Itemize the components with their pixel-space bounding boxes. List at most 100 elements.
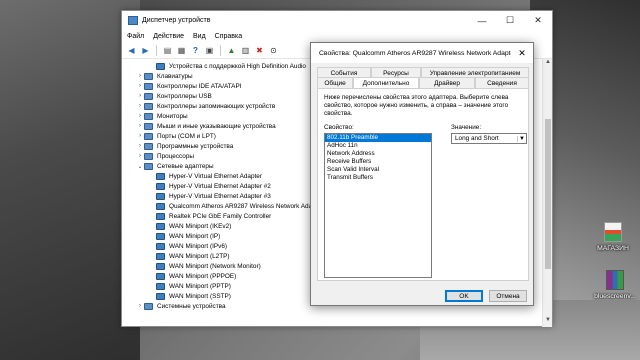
tree-item[interactable]: › Системные устройства bbox=[136, 301, 226, 311]
tree-item-label: Системные устройства bbox=[157, 302, 226, 310]
tree-item[interactable]: Устройства с поддержкой High Definition … bbox=[148, 61, 306, 71]
dialog-title: Свойства: Qualcomm Atheros AR9287 Wirele… bbox=[319, 49, 511, 57]
tree-item[interactable]: WAN Miniport (SSTP) bbox=[148, 291, 231, 301]
tree-item[interactable]: › Клавиатуры bbox=[136, 71, 193, 81]
menu-file[interactable]: Файл bbox=[127, 33, 144, 40]
scan-icon[interactable]: ▥ bbox=[240, 45, 251, 56]
menu-help[interactable]: Справка bbox=[215, 33, 242, 40]
view-icon[interactable]: ▣ bbox=[204, 45, 215, 56]
value-dropdown[interactable]: Long and Short ▼ bbox=[451, 133, 527, 144]
adapter-properties-dialog: Свойства: Qualcomm Atheros AR9287 Wirele… bbox=[310, 42, 534, 306]
properties-icon[interactable]: ▤ bbox=[162, 45, 173, 56]
tree-item[interactable]: WAN Miniport (IKEv2) bbox=[148, 221, 231, 231]
tree-item-label: WAN Miniport (Network Monitor) bbox=[169, 262, 261, 270]
device-category-icon bbox=[144, 112, 153, 120]
tree-item-label: Устройства с поддержкой High Definition … bbox=[169, 62, 306, 70]
network-adapter-icon bbox=[156, 292, 165, 300]
expand-chevron-icon[interactable]: › bbox=[136, 83, 144, 89]
tree-item[interactable]: Qualcomm Atheros AR9287 Wireless Network… bbox=[148, 201, 323, 211]
network-adapter-icon bbox=[156, 282, 165, 290]
tab-general[interactable]: Общие bbox=[317, 77, 353, 88]
tree-item-label: Контроллеры запоминающих устройств bbox=[157, 102, 276, 110]
tree-item[interactable]: Hyper-V Virtual Ethernet Adapter bbox=[148, 171, 262, 181]
scroll-up-icon[interactable]: ▲ bbox=[543, 59, 553, 69]
menu-action[interactable]: Действие bbox=[153, 33, 184, 40]
network-adapter-icon bbox=[156, 272, 165, 280]
tree-item[interactable]: Hyper-V Virtual Ethernet Adapter #3 bbox=[148, 191, 271, 201]
tab-driver[interactable]: Драйвер bbox=[419, 77, 475, 88]
tree-item[interactable]: ⌄ Сетевые адаптеры bbox=[136, 161, 214, 171]
dialog-titlebar[interactable]: Свойства: Qualcomm Atheros AR9287 Wirele… bbox=[311, 43, 533, 63]
uninstall-icon[interactable]: ✖ bbox=[254, 45, 265, 56]
tree-item[interactable]: WAN Miniport (IPv6) bbox=[148, 241, 227, 251]
scrollbar-thumb[interactable] bbox=[545, 119, 551, 269]
property-list-item[interactable]: 802.11b Preamble bbox=[325, 134, 431, 142]
expand-chevron-icon[interactable]: › bbox=[136, 113, 144, 119]
expand-chevron-icon[interactable]: › bbox=[136, 123, 144, 129]
refresh-icon[interactable]: ▦ bbox=[176, 45, 187, 56]
tree-item[interactable]: › Порты (COM и LPT) bbox=[136, 131, 216, 141]
tree-item[interactable]: › Процессоры bbox=[136, 151, 194, 161]
update-driver-icon[interactable]: ▲ bbox=[226, 45, 237, 56]
expand-chevron-icon[interactable]: › bbox=[136, 133, 144, 139]
expand-chevron-icon[interactable]: › bbox=[136, 153, 144, 159]
tree-item-label: WAN Miniport (PPTP) bbox=[169, 282, 231, 290]
tree-item[interactable]: › Контроллеры USB bbox=[136, 91, 212, 101]
tree-item-label: Клавиатуры bbox=[157, 72, 193, 80]
expand-chevron-icon[interactable]: ⌄ bbox=[136, 163, 144, 170]
device-category-icon bbox=[144, 302, 153, 310]
tree-item-label: WAN Miniport (PPPOE) bbox=[169, 272, 237, 280]
tree-item[interactable]: Realtek PCIe GbE Family Controller bbox=[148, 211, 271, 221]
ok-button[interactable]: OK bbox=[445, 290, 483, 302]
back-icon[interactable]: ◀ bbox=[126, 45, 137, 56]
maximize-button[interactable]: ☐ bbox=[496, 11, 524, 30]
tab-details[interactable]: Сведения bbox=[475, 77, 529, 88]
tree-item[interactable]: WAN Miniport (L2TP) bbox=[148, 251, 229, 261]
chevron-down-icon[interactable]: ▼ bbox=[517, 135, 526, 142]
tree-item[interactable]: › Мониторы bbox=[136, 111, 188, 121]
tree-item[interactable]: WAN Miniport (IP) bbox=[148, 231, 220, 241]
device-manager-titlebar[interactable]: Диспетчер устройств — ☐ ✕ bbox=[122, 11, 552, 30]
tree-item[interactable]: WAN Miniport (PPPOE) bbox=[148, 271, 236, 281]
device-category-icon bbox=[144, 122, 153, 130]
expand-chevron-icon[interactable]: › bbox=[136, 143, 144, 149]
disable-icon[interactable]: ⊙ bbox=[268, 45, 279, 56]
value-label: Значение: bbox=[451, 124, 482, 131]
tree-item[interactable]: › Программные устройства bbox=[136, 141, 233, 151]
property-list-item[interactable]: Receive Buffers bbox=[325, 158, 431, 166]
property-list-item[interactable]: Scan Valid Interval bbox=[325, 166, 431, 174]
desktop-icon-archive[interactable]: bluescreenv... bbox=[590, 270, 640, 300]
tree-item[interactable]: › Контроллеры запоминающих устройств bbox=[136, 101, 275, 111]
device-category-icon bbox=[144, 132, 153, 140]
dialog-close-button[interactable]: ✕ bbox=[511, 43, 533, 63]
shop-icon bbox=[604, 222, 622, 242]
tree-item[interactable]: Hyper-V Virtual Ethernet Adapter #2 bbox=[148, 181, 271, 191]
tree-item[interactable]: › Контроллеры IDE ATA/ATAPI bbox=[136, 81, 241, 91]
expand-chevron-icon[interactable]: › bbox=[136, 93, 144, 99]
property-list[interactable]: 802.11b Preamble AdHoc 11n Network Address… bbox=[324, 133, 432, 278]
expand-chevron-icon[interactable]: › bbox=[136, 73, 144, 79]
tree-item-label: WAN Miniport (IKEv2) bbox=[169, 222, 232, 230]
vertical-scrollbar[interactable]: ▲ ▼ bbox=[542, 59, 552, 327]
help-icon[interactable]: ? bbox=[190, 45, 201, 56]
tree-item-label: Контроллеры USB bbox=[157, 92, 212, 100]
property-list-item[interactable]: Network Address bbox=[325, 150, 431, 158]
tree-item[interactable]: › Мыши и иные указывающие устройства bbox=[136, 121, 276, 131]
expand-chevron-icon[interactable]: › bbox=[136, 103, 144, 109]
tree-item-label: WAN Miniport (IPv6) bbox=[169, 242, 227, 250]
tree-item[interactable]: WAN Miniport (PPTP) bbox=[148, 281, 231, 291]
property-list-item[interactable]: AdHoc 11n bbox=[325, 142, 431, 150]
scroll-down-icon[interactable]: ▼ bbox=[543, 317, 553, 327]
forward-icon[interactable]: ▶ bbox=[140, 45, 151, 56]
expand-chevron-icon[interactable]: › bbox=[136, 303, 144, 309]
close-button[interactable]: ✕ bbox=[524, 11, 552, 30]
menu-view[interactable]: Вид bbox=[193, 33, 206, 40]
cancel-button[interactable]: Отмена bbox=[489, 290, 527, 302]
network-adapter-icon bbox=[156, 232, 165, 240]
tree-item-label: Процессоры bbox=[157, 152, 195, 160]
property-list-item[interactable]: Transmit Buffers bbox=[325, 174, 431, 182]
tree-item[interactable]: WAN Miniport (Network Monitor) bbox=[148, 261, 261, 271]
desktop-icon-shop[interactable]: МАГАЗИН bbox=[588, 222, 638, 252]
toolbar-separator bbox=[156, 45, 157, 56]
minimize-button[interactable]: — bbox=[468, 11, 496, 30]
